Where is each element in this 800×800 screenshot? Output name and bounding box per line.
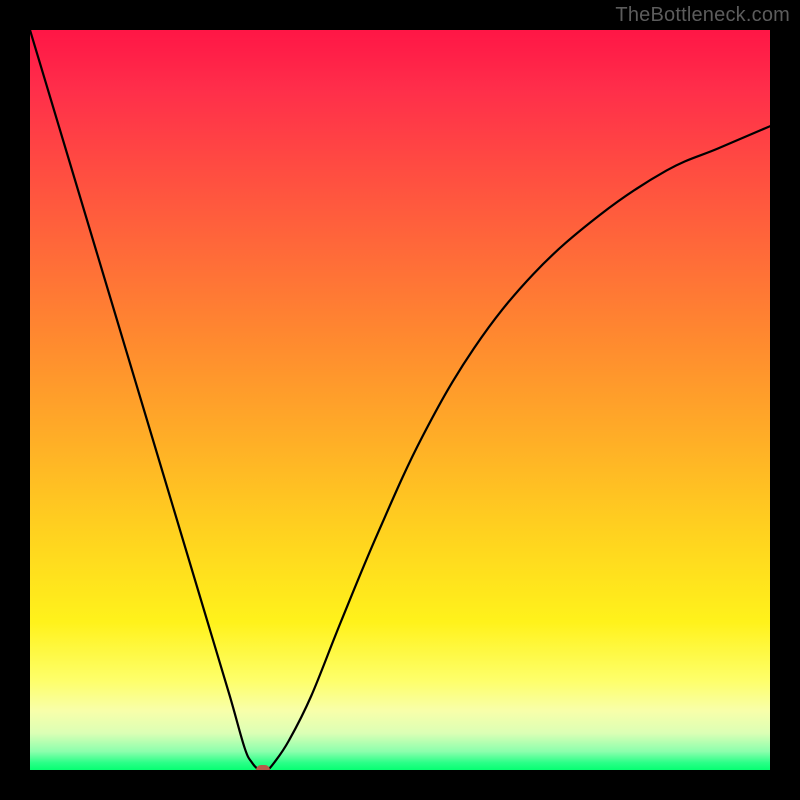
watermark-text: TheBottleneck.com bbox=[615, 4, 790, 27]
bottleneck-curve bbox=[30, 30, 770, 770]
optimal-point-marker bbox=[256, 765, 270, 770]
plot-area bbox=[30, 30, 770, 770]
chart-frame: TheBottleneck.com bbox=[0, 0, 800, 800]
